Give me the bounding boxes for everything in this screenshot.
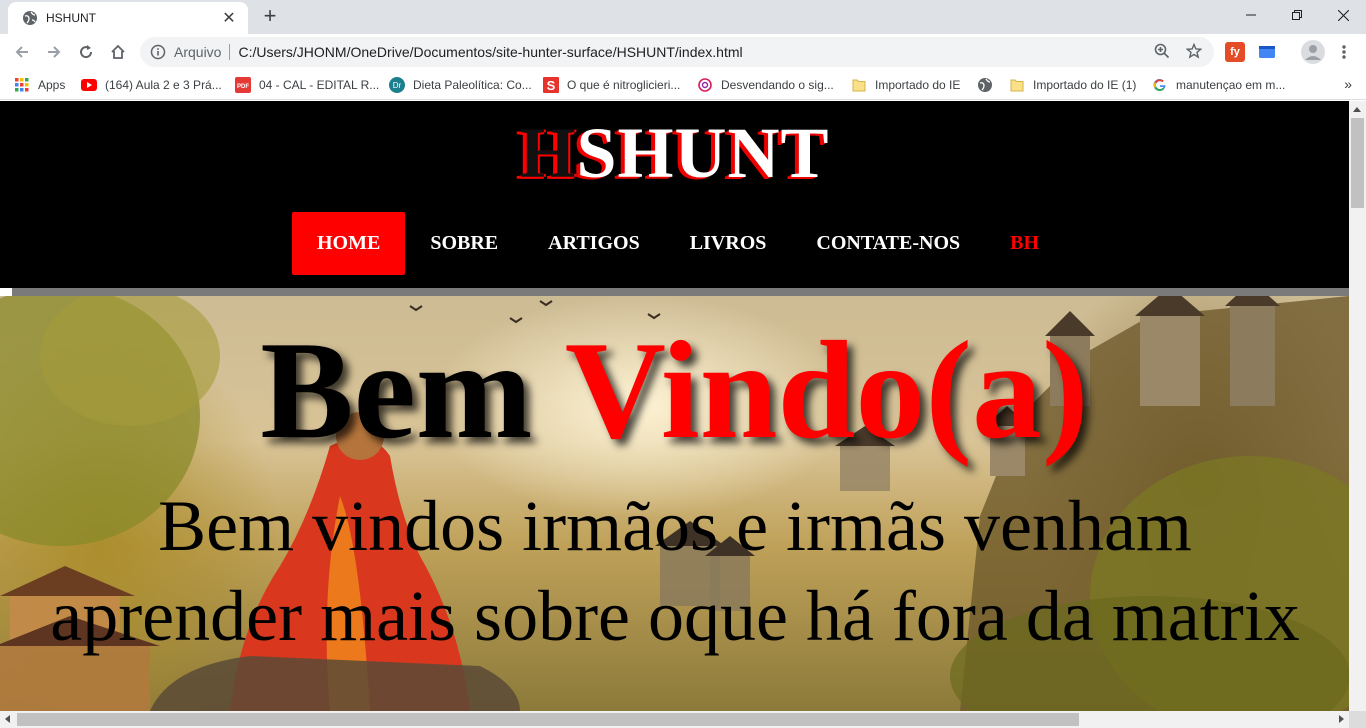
- tab-close-icon[interactable]: ✕: [220, 9, 238, 27]
- swirl-site-icon: [697, 77, 713, 93]
- apps-grid-icon: [14, 77, 30, 93]
- reload-icon[interactable]: [72, 38, 100, 66]
- bookmarks-overflow-button[interactable]: »: [1344, 76, 1352, 92]
- address-bar[interactable]: Arquivo C:/Users/JHONM/OneDrive/Document…: [140, 37, 1214, 67]
- browser-toolbar: Arquivo C:/Users/JHONM/OneDrive/Document…: [0, 34, 1366, 70]
- hero-section: Bem Vindo(a) Bem vindos irmãos e irmãs v…: [0, 296, 1349, 711]
- hero-title-black: Bem: [260, 313, 565, 468]
- logo-rest: SHUNT: [576, 113, 830, 193]
- bookmark-pdf[interactable]: PDF 04 - CAL - EDITAL R...: [235, 76, 379, 94]
- bookmark-label: Importado do IE: [875, 78, 961, 92]
- bookmark-star-icon[interactable]: [1184, 41, 1204, 61]
- page-viewport: HSHUNT HOME SOBRE ARTIGOS LIVROS CONTATE…: [0, 101, 1349, 711]
- nav-home[interactable]: HOME: [292, 212, 406, 275]
- forward-arrow-icon[interactable]: [40, 38, 68, 66]
- folder-icon: [851, 77, 867, 93]
- horizontal-scrollbar[interactable]: [0, 711, 1349, 728]
- menu-kebab-icon[interactable]: [1336, 42, 1352, 62]
- browser-tab[interactable]: HSHUNT ✕: [8, 2, 248, 34]
- bookmark-label: 04 - CAL - EDITAL R...: [259, 78, 380, 92]
- folder-icon: [1009, 77, 1025, 93]
- bookmark-label: (164) Aula 2 e 3 Prá...: [105, 78, 222, 92]
- home-icon[interactable]: [104, 38, 132, 66]
- nav-artigos[interactable]: ARTIGOS: [523, 212, 665, 275]
- bookmark-nitroglicerina[interactable]: S O que é nitroglicieri...: [543, 76, 680, 94]
- url-text[interactable]: C:/Users/JHONM/OneDrive/Documentos/site-…: [238, 44, 742, 60]
- main-nav: HOME SOBRE ARTIGOS LIVROS CONTATE-NOS BH: [292, 212, 1064, 275]
- bookmark-youtube[interactable]: (164) Aula 2 e 3 Prá...: [81, 76, 222, 94]
- bookmark-folder-ie-1[interactable]: Importado do IE (1): [1009, 76, 1136, 94]
- globe-icon: [22, 10, 38, 26]
- bookmark-apps[interactable]: Apps: [14, 76, 65, 94]
- bookmark-label: O que é nitroglicieri...: [567, 78, 681, 92]
- scrollbar-corner: [1349, 711, 1366, 728]
- new-tab-button[interactable]: +: [258, 5, 282, 28]
- horizontal-scroll-thumb[interactable]: [17, 713, 1079, 726]
- divider-notch: [0, 288, 12, 296]
- svg-text:PDF: PDF: [237, 84, 249, 90]
- bookmark-manutencao[interactable]: manutençao em m...: [1152, 76, 1285, 94]
- restore-button[interactable]: [1274, 0, 1320, 30]
- nav-livros[interactable]: LIVROS: [665, 212, 792, 275]
- bookmark-label: Dieta Paleolítica: Co...: [413, 78, 532, 92]
- bookmark-folder-ie[interactable]: Importado do IE: [851, 76, 960, 94]
- bookmark-label: manutençao em m...: [1176, 78, 1286, 92]
- zoom-icon[interactable]: [1152, 41, 1172, 61]
- bookmark-label: Desvendando o sig...: [721, 78, 834, 92]
- svg-text:S: S: [547, 78, 556, 93]
- hero-text: Bem vindos irmãos e irmãs venham aprende…: [50, 486, 1300, 656]
- screen-extension-icon[interactable]: [1257, 42, 1277, 62]
- vertical-scroll-thumb[interactable]: [1351, 118, 1364, 208]
- s-site-icon: S: [543, 77, 559, 93]
- scroll-left-arrow-icon[interactable]: [5, 715, 10, 723]
- vertical-scrollbar[interactable]: [1349, 101, 1366, 711]
- header-divider: [0, 288, 1349, 296]
- bookmark-label: Importado do IE (1): [1033, 78, 1137, 92]
- bookmarks-bar: Apps (164) Aula 2 e 3 Prá... PDF 04 - CA…: [0, 70, 1366, 100]
- scroll-up-arrow-icon[interactable]: [1353, 107, 1361, 112]
- info-icon[interactable]: [150, 44, 166, 60]
- bookmark-dieta[interactable]: Dr Dieta Paleolítica: Co...: [389, 76, 532, 94]
- dr-site-icon: Dr: [389, 77, 405, 93]
- scroll-right-arrow-icon[interactable]: [1339, 715, 1344, 723]
- pdf-icon: PDF: [235, 77, 251, 93]
- hero-title-red: Vindo(a): [564, 313, 1089, 468]
- profile-avatar-icon[interactable]: [1301, 40, 1325, 64]
- google-icon: [1152, 77, 1168, 93]
- browser-tabstrip: HSHUNT ✕ +: [0, 0, 1366, 34]
- fy-extension-icon[interactable]: fy: [1225, 42, 1245, 62]
- bookmark-desvendando[interactable]: Desvendando o sig...: [697, 76, 834, 94]
- back-arrow-icon[interactable]: [8, 38, 36, 66]
- nav-sobre[interactable]: SOBRE: [405, 212, 523, 275]
- close-window-button[interactable]: [1320, 0, 1366, 30]
- omnibox-label: Arquivo: [174, 44, 222, 60]
- minimize-button[interactable]: [1228, 0, 1274, 30]
- bookmark-label: Apps: [38, 78, 66, 92]
- youtube-icon: [81, 77, 97, 93]
- tab-title: HSHUNT: [46, 11, 96, 25]
- nav-contate-nos[interactable]: CONTATE-NOS: [791, 212, 985, 275]
- globe-icon: [977, 77, 993, 93]
- site-header: HSHUNT HOME SOBRE ARTIGOS LIVROS CONTATE…: [0, 101, 1349, 288]
- hero-title: Bem Vindo(a): [0, 316, 1349, 466]
- omnibox-separator: [229, 44, 231, 60]
- logo-first-letter: H: [519, 113, 577, 193]
- site-logo[interactable]: HSHUNT: [0, 113, 1349, 193]
- svg-text:Dr: Dr: [393, 81, 402, 90]
- bookmark-globe[interactable]: [977, 76, 1001, 94]
- nav-bh[interactable]: BH: [985, 212, 1064, 275]
